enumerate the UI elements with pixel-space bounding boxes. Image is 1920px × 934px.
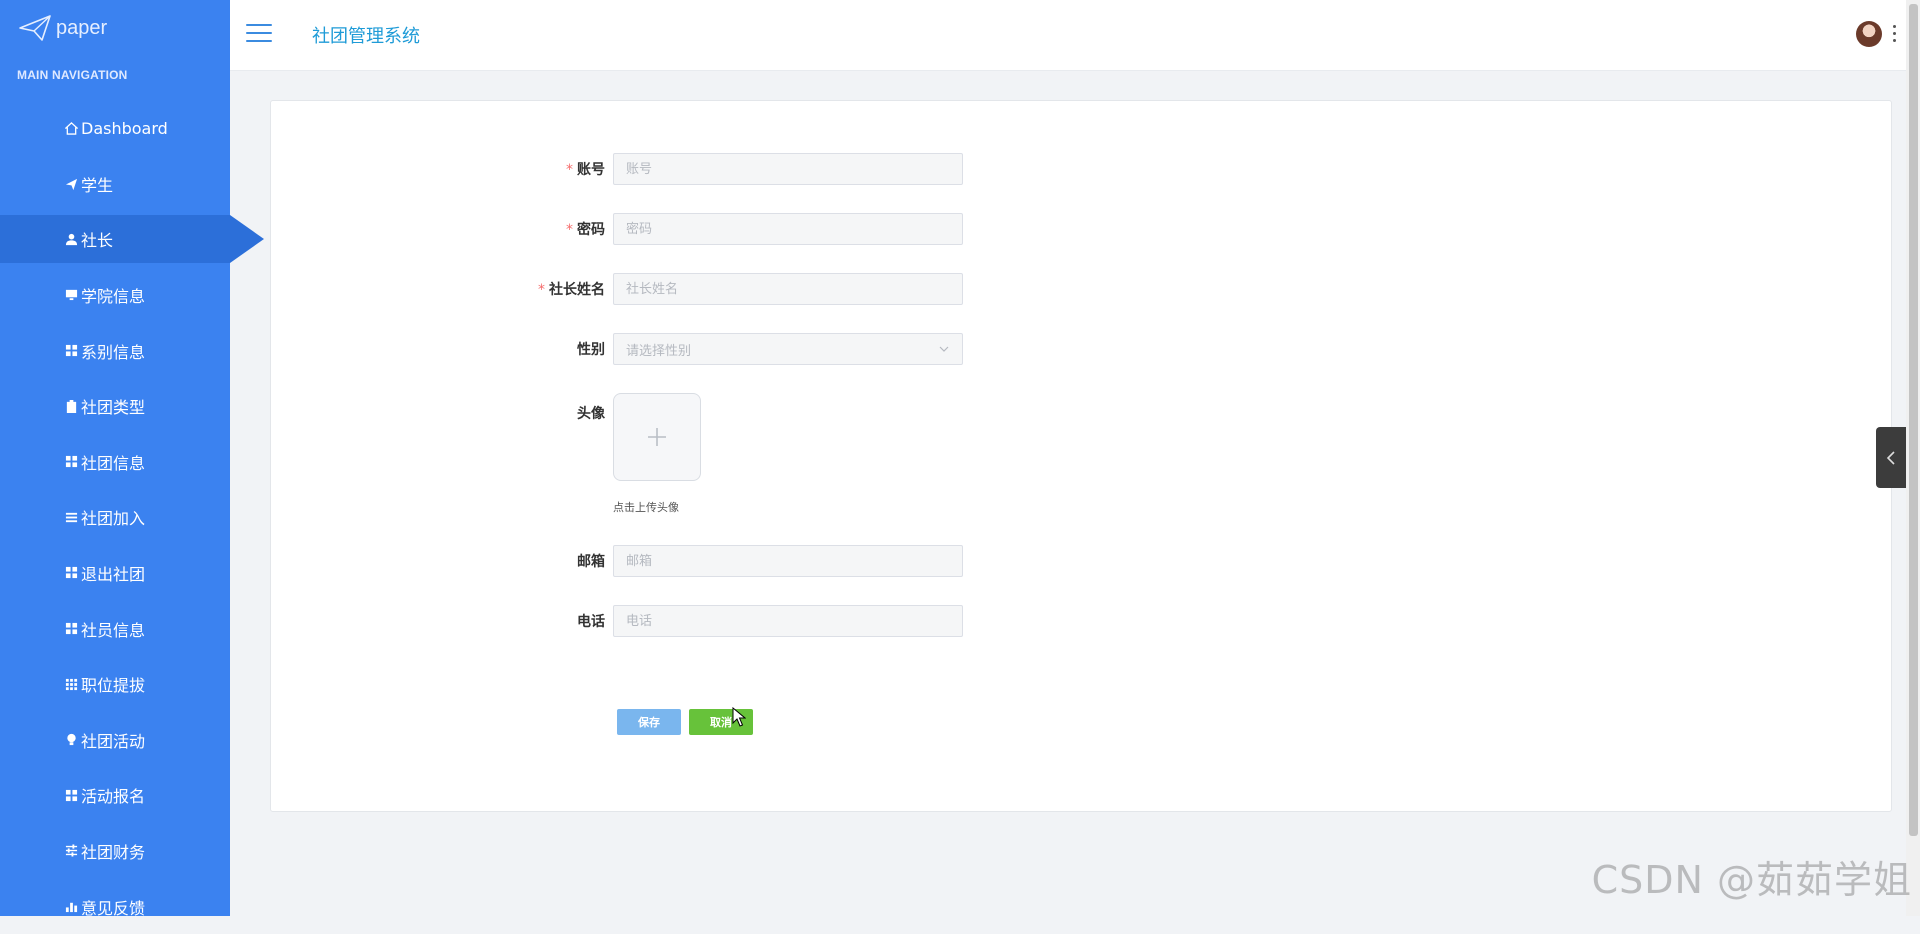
sidebar-item-feedback[interactable]: 意见反馈 (0, 879, 230, 934)
sidebar-item-label: 职位提拔 (81, 676, 146, 696)
leader-name-row: * 社长姓名 (271, 273, 963, 305)
sidebar-item-department-info[interactable]: 系别信息 (0, 323, 230, 379)
account-input[interactable] (613, 153, 963, 185)
sidebar-item-leader[interactable]: 社长 (0, 215, 264, 264)
bulb-icon (64, 733, 78, 747)
email-label: 邮箱 (577, 554, 605, 570)
account-label: * 账号 (566, 162, 605, 178)
sidebar-item-label: 学生 (81, 176, 114, 196)
sliders-icon (64, 844, 78, 858)
sidebar-item-label: 社团信息 (81, 453, 146, 473)
sidebar-item-label: 社团加入 (81, 509, 146, 529)
sidebar-item-member-info[interactable]: 社员信息 (0, 601, 230, 657)
sidebar-item-club-quit[interactable]: 退出社团 (0, 545, 230, 601)
user-icon (64, 232, 78, 246)
account-row: * 账号 (271, 153, 963, 185)
monitor-icon (64, 288, 78, 302)
grid-icon (64, 622, 78, 636)
email-input[interactable] (613, 545, 963, 577)
sidebar-item-dashboard[interactable]: Dashboard (0, 101, 230, 157)
grid-icon (64, 344, 78, 358)
sidebar-item-club-join[interactable]: 社团加入 (0, 490, 230, 546)
clipboard-icon (64, 399, 78, 413)
sidebar-item-students[interactable]: 学生 (0, 157, 230, 213)
sidebar-item-label: Dashboard (81, 119, 168, 139)
sidebar-item-label: 社团财务 (81, 842, 146, 862)
sidebar-item-label: 意见反馈 (81, 898, 146, 918)
sidebar-item-activity-signup[interactable]: 活动报名 (0, 768, 230, 824)
logo-text: paper (56, 16, 108, 39)
bar-chart-icon (64, 900, 78, 914)
password-label: * 密码 (566, 222, 605, 238)
save-button[interactable]: 保存 (617, 709, 681, 735)
required-star: * (566, 162, 573, 178)
grid-icon (64, 788, 78, 802)
gender-label: 性别 (577, 342, 605, 358)
sidebar-item-label: 社团活动 (81, 731, 146, 751)
sidebar-item-college-info[interactable]: 学院信息 (0, 267, 230, 323)
chevron-down-icon (939, 346, 949, 352)
paper-plane-logo-icon (19, 15, 51, 41)
sidebar-item-label: 退出社团 (81, 564, 146, 584)
gender-row: 性别 请选择性别 (271, 333, 963, 365)
grid-icon (64, 566, 78, 580)
sidebar-item-label: 系别信息 (81, 342, 146, 362)
avatar-upload-hint: 点击上传头像 (613, 501, 679, 514)
chevron-left-icon (1886, 450, 1895, 465)
list-icon (64, 510, 78, 524)
phone-row: 电话 (271, 605, 963, 637)
logo[interactable]: paper (18, 14, 107, 42)
sidebar-item-label: 社团类型 (81, 398, 146, 418)
gender-placeholder: 请选择性别 (626, 343, 692, 359)
page-scrollbar[interactable] (1906, 0, 1920, 916)
nav-heading: MAIN NAVIGATION (17, 68, 128, 82)
phone-input[interactable] (613, 605, 963, 637)
paper-plane-icon (64, 177, 78, 191)
sidebar-item-promotion[interactable]: 职位提拔 (0, 656, 230, 712)
email-row: 邮箱 (271, 545, 963, 577)
home-icon (64, 122, 78, 136)
required-star: * (538, 282, 545, 298)
avatar-uploader[interactable] (613, 393, 701, 481)
sidebar: paper MAIN NAVIGATION Dashboard 学生 社长 学院… (0, 0, 264, 918)
password-row: * 密码 (271, 213, 963, 245)
leader-name-label: * 社长姓名 (538, 282, 605, 298)
collapse-panel-tab[interactable] (1876, 427, 1906, 488)
sidebar-item-label: 社员信息 (81, 620, 146, 640)
watermark: CSDN @茹茹学姐 (1591, 858, 1912, 902)
password-input[interactable] (613, 213, 963, 245)
sidebar-item-label: 学院信息 (81, 286, 146, 306)
sidebar-item-label: 社长 (81, 231, 114, 251)
menu-toggle-icon[interactable] (246, 24, 272, 44)
sidebar-nav: Dashboard 学生 社长 学院信息 系别信息 社团类型 社团信息 社团加入… (0, 101, 264, 934)
top-header: 社团管理系统 (230, 0, 1920, 71)
phone-label: 电话 (577, 614, 605, 630)
sidebar-item-label: 活动报名 (81, 787, 146, 807)
leader-name-input[interactable] (613, 273, 963, 305)
sidebar-item-club-finance[interactable]: 社团财务 (0, 823, 230, 879)
avatar-row: 头像 (271, 393, 701, 481)
sidebar-item-club-info[interactable]: 社团信息 (0, 434, 230, 490)
gender-select[interactable]: 请选择性别 (613, 333, 963, 365)
sidebar-item-club-activity[interactable]: 社团活动 (0, 712, 230, 768)
avatar[interactable] (1856, 21, 1882, 47)
avatar-label: 头像 (577, 406, 605, 422)
more-options-icon[interactable] (1893, 25, 1897, 43)
plus-icon (648, 428, 666, 446)
required-star: * (566, 222, 573, 238)
scrollbar-thumb[interactable] (1909, 4, 1918, 836)
sidebar-item-club-type[interactable]: 社团类型 (0, 378, 230, 434)
mouse-cursor-icon (732, 707, 746, 727)
system-title: 社团管理系统 (312, 26, 420, 47)
grid-icon (64, 455, 78, 469)
grid-3x3-icon (64, 677, 78, 691)
form-card: *账号 *密码 *社长姓名 性别 请选择性别 头像 点击上传头像 邮箱 电话 保… (270, 100, 1892, 812)
